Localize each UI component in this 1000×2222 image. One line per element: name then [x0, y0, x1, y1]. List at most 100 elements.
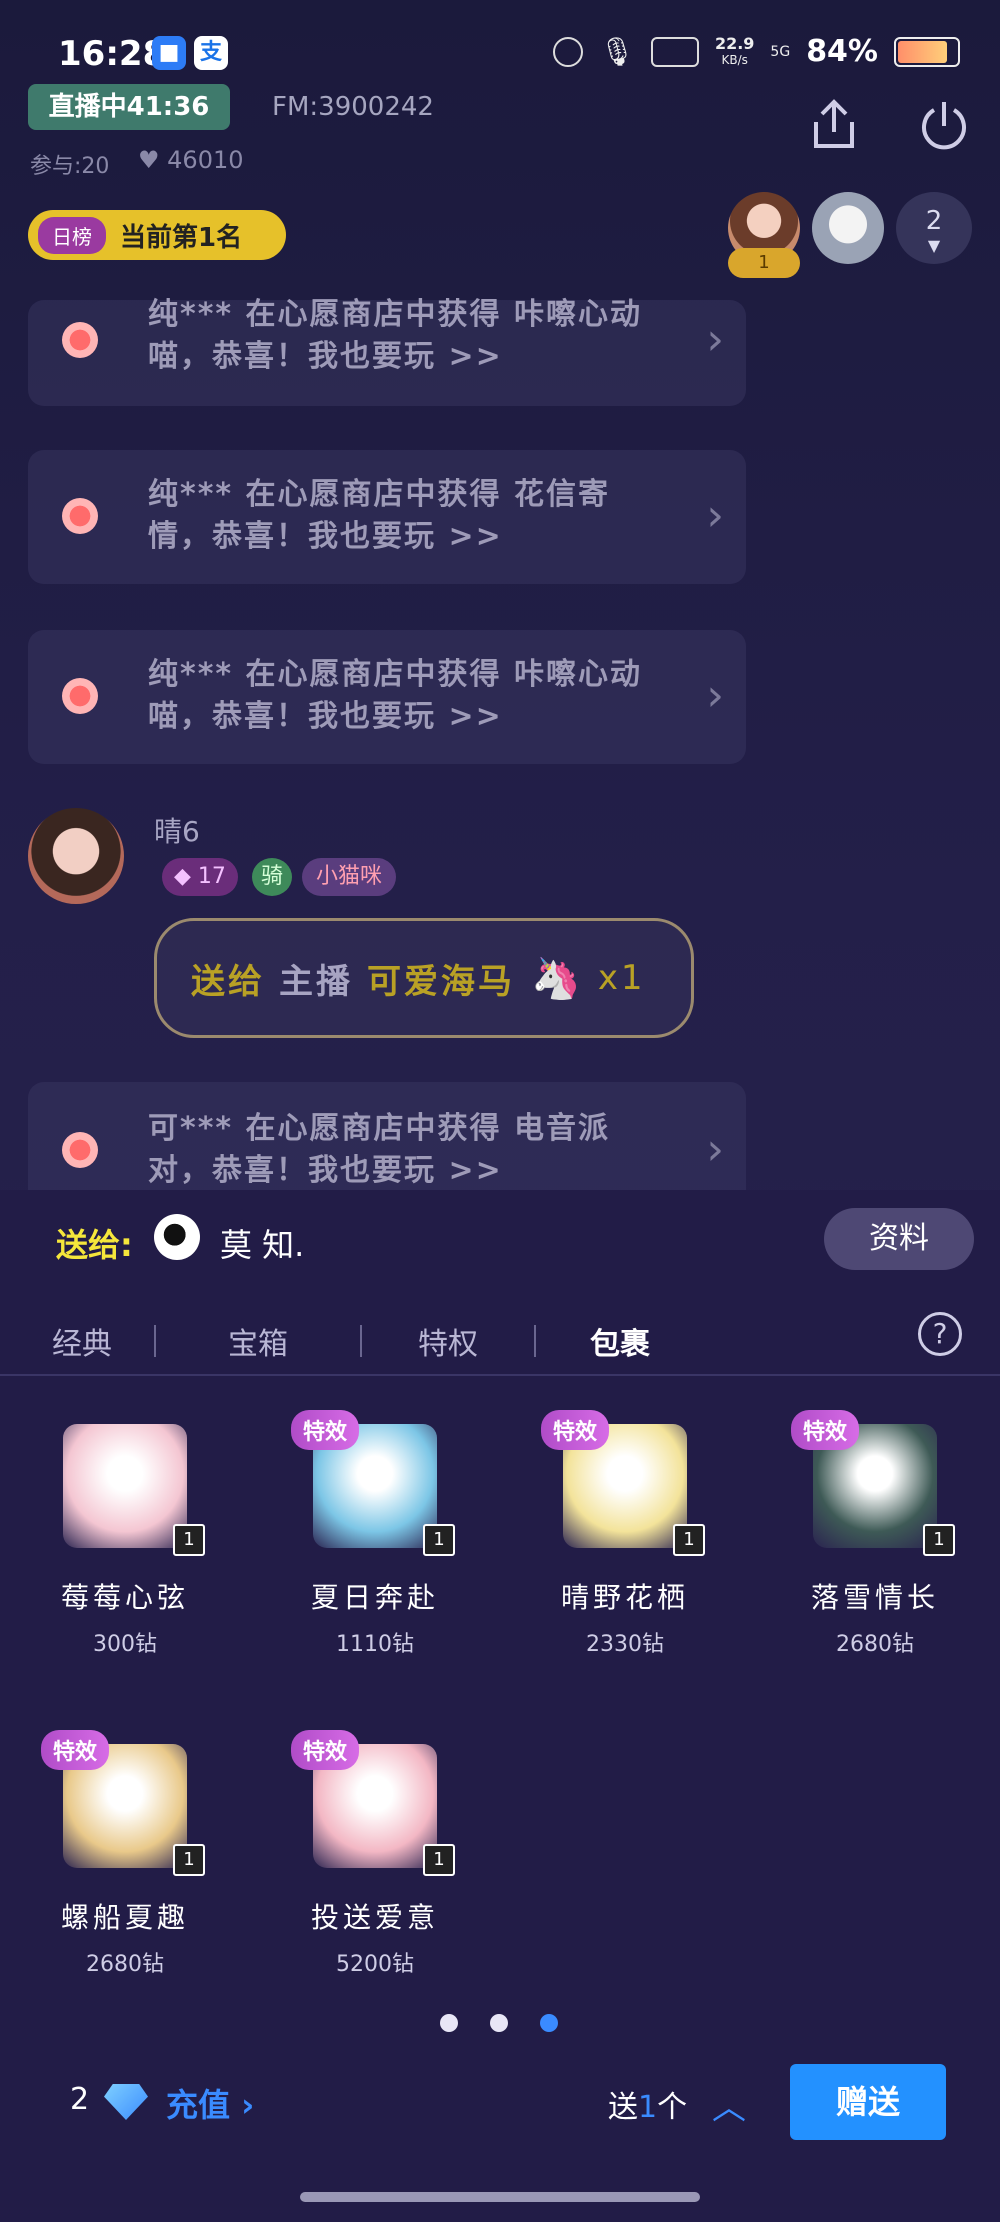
gift-item[interactable]: 1 莓莓心弦 300钻: [0, 1424, 250, 1658]
effect-badge: 特效: [541, 1410, 610, 1450]
chevron-right-icon: ›: [706, 314, 724, 365]
gift-image: 特效 1: [291, 1730, 455, 1876]
share-button[interactable]: [806, 98, 862, 152]
gift-item[interactable]: 特效 1 落雪情长 2680钻: [750, 1410, 1000, 1658]
gift-price: 5200钻: [336, 1952, 414, 1977]
chevron-right-icon: ›: [241, 2086, 255, 2124]
mic-icon: 🎙: [599, 35, 635, 68]
wish-shop-icon: [62, 322, 98, 358]
chat-message-text: 纯*** 在心愿商店中获得 花信寄情，恭喜！我也要玩 >>: [148, 477, 610, 554]
gift-price: 2680钻: [836, 1632, 914, 1657]
profile-button[interactable]: 资料: [824, 1208, 974, 1270]
send-suffix: 个: [657, 2090, 688, 2125]
home-indicator[interactable]: [300, 2192, 700, 2202]
chat-user-avatar[interactable]: [28, 808, 124, 904]
gift-item[interactable]: 特效 1 螺船夏趣 2680钻: [0, 1730, 250, 1978]
participants-count: 参与:20: [30, 154, 110, 179]
chevron-down-icon: ▼: [927, 236, 941, 255]
page-dot-active[interactable]: [540, 2014, 558, 2032]
recharge-button[interactable]: 充值 ›: [166, 2080, 254, 2126]
recipient-name[interactable]: 莫 知.: [220, 1220, 304, 1266]
send-prefix: 送: [608, 2090, 638, 2125]
net-speed: 22.9 KB/s: [714, 33, 755, 68]
gift-name: 落雪情长: [810, 1581, 939, 1614]
recharge-label: 充值: [166, 2086, 231, 2124]
gift-msg-gift: 可爱海马: [367, 961, 515, 1002]
gift-item[interactable]: 特效 1 投送爱意 5200钻: [250, 1730, 500, 1978]
rank-tag: 日榜: [38, 216, 106, 254]
net-speed-unit: KB/s: [721, 52, 748, 67]
gift-name: 投送爱意: [310, 1901, 439, 1934]
page-dot[interactable]: [490, 2014, 508, 2032]
battery-percent: 84%: [806, 34, 878, 69]
effect-badge: 特效: [291, 1730, 360, 1770]
tabs-divider: [0, 1374, 1000, 1376]
gift-quantity: 1: [423, 1844, 455, 1876]
send-gift-button[interactable]: 赠送: [790, 2064, 946, 2140]
rank-text: 当前第1名: [120, 222, 243, 253]
wish-shop-icon: [62, 1132, 98, 1168]
share-icon: [814, 99, 854, 148]
gift-msg-anchor: 主播: [279, 961, 353, 1002]
gift-image: 特效 1: [791, 1410, 955, 1556]
gift-price: 300钻: [93, 1632, 157, 1657]
wish-shop-icon: [62, 678, 98, 714]
tab-classic[interactable]: 经典: [0, 1319, 154, 1363]
exit-button[interactable]: [916, 98, 972, 154]
seahorse-gift-icon: 🦄: [531, 955, 584, 1002]
chat-message-text: 可*** 在心愿商店中获得 电音派对，恭喜！我也要玩 >>: [148, 1111, 610, 1188]
viewer-count: 2: [925, 206, 943, 236]
gift-tabs: 经典 宝箱 特权 包裹: [0, 1306, 1000, 1376]
viewer-count-button[interactable]: 2 ▼: [896, 192, 972, 264]
user-level-badge: ◆ 17: [162, 858, 238, 896]
heart-icon: ♥: [138, 146, 160, 174]
live-duration-badge: 直播中41:36: [28, 84, 230, 130]
activity-icon: [650, 36, 699, 67]
viewer-avatar-2[interactable]: [812, 192, 884, 264]
gift-quantity: 1: [173, 1524, 205, 1556]
likes-value: 46010: [167, 146, 244, 174]
gift-msg-send: 送给: [191, 961, 265, 1002]
gift-price: 1110钻: [336, 1632, 414, 1657]
chat-message-text: 纯*** 在心愿商店中获得 咔嚓心动喵，恭喜！我也要玩 >>: [148, 657, 642, 734]
gift-quantity: 1: [673, 1524, 705, 1556]
diamond-level-icon: ◆: [174, 864, 191, 889]
daily-rank-pill[interactable]: 日榜 当前第1名: [28, 210, 286, 260]
send-count[interactable]: 送1个: [608, 2082, 687, 2126]
gift-quantity: 1: [423, 1524, 455, 1556]
status-time: 16:28: [58, 34, 167, 74]
effect-badge: 特效: [41, 1730, 110, 1770]
gift-image: 特效 1: [291, 1410, 455, 1556]
page-dot[interactable]: [440, 2014, 458, 2032]
tab-privilege[interactable]: 特权: [362, 1319, 534, 1363]
send-num: 1: [638, 2090, 658, 2125]
chat-system-message[interactable]: 纯*** 在心愿商店中获得 咔嚓心动喵，恭喜！我也要玩 >> ›: [28, 297, 746, 406]
chat-system-message[interactable]: 纯*** 在心愿商店中获得 花信寄情，恭喜！我也要玩 >> ›: [28, 450, 746, 584]
likes-count: ♥ 46010: [138, 146, 244, 174]
net-speed-value: 22.9: [714, 33, 755, 53]
help-icon[interactable]: ?: [918, 1312, 962, 1356]
fan-club-badge: 小猫咪: [302, 858, 397, 896]
gift-item[interactable]: 特效 1 晴野花栖 2330钻: [500, 1410, 750, 1658]
tab-backpack[interactable]: 包裹: [536, 1319, 692, 1363]
gift-msg-count: x1: [597, 958, 646, 998]
send-to-label: 送给:: [56, 1226, 133, 1264]
chevron-up-icon[interactable]: ︿: [712, 2080, 746, 2129]
gift-name: 莓莓心弦: [60, 1581, 189, 1614]
gift-message-bubble: 送给 主播 可爱海马 🦄 x1: [154, 918, 694, 1038]
gift-name: 夏日奔赴: [310, 1581, 439, 1614]
app-icon: ■: [152, 36, 186, 70]
chat-system-message[interactable]: 可*** 在心愿商店中获得 电音派对，恭喜！我也要玩 >> ›: [28, 1082, 746, 1190]
gift-quantity: 1: [173, 1844, 205, 1876]
chat-user-name[interactable]: 晴6: [154, 810, 200, 850]
recipient-avatar[interactable]: [154, 1214, 200, 1260]
gift-image: 1: [63, 1424, 205, 1556]
gift-name: 螺船夏趣: [60, 1901, 189, 1934]
chat-system-message[interactable]: 纯*** 在心愿商店中获得 咔嚓心动喵，恭喜！我也要玩 >> ›: [28, 630, 746, 764]
viewer-rank-badge: 1: [728, 248, 800, 278]
battery-fill: [898, 40, 947, 63]
wish-shop-icon: [62, 498, 98, 534]
battery-icon: [894, 36, 960, 67]
gift-item[interactable]: 特效 1 夏日奔赴 1110钻: [250, 1410, 500, 1658]
tab-treasure[interactable]: 宝箱: [156, 1319, 360, 1363]
